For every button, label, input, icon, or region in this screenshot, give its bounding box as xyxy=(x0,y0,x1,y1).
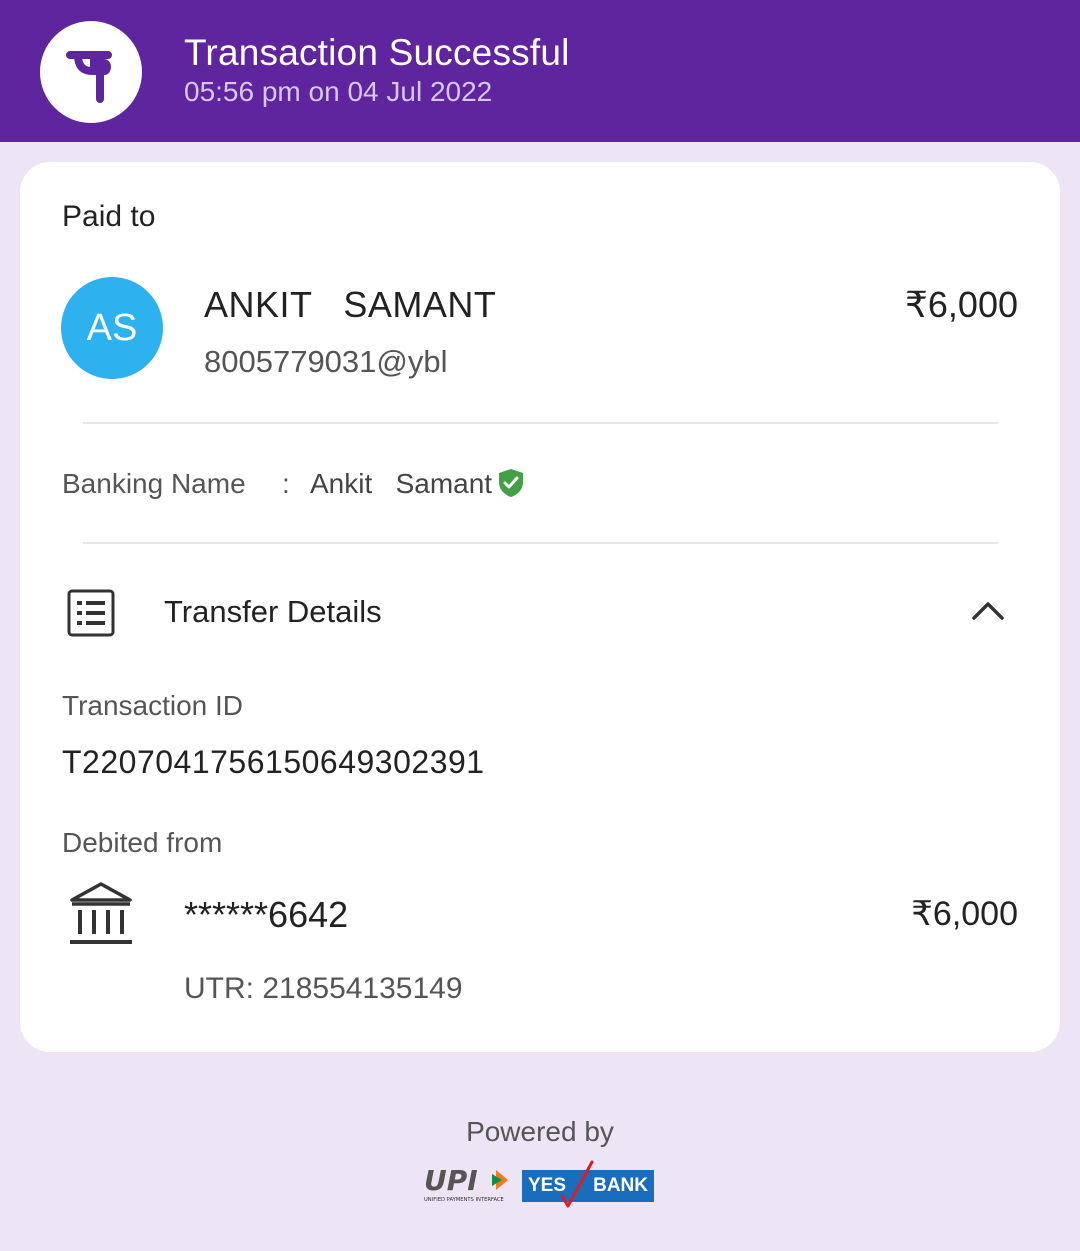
paid-to-label: Paid to xyxy=(62,200,156,233)
debit-account-number: ******6642 xyxy=(184,894,349,935)
yes-bank-logo-right: BANK xyxy=(593,1175,648,1196)
header-bar: Transaction Successful 05:56 pm on 04 Ju… xyxy=(0,0,1080,142)
payee-name: ANKIT SAMANT xyxy=(204,284,497,325)
phonepe-logo-icon xyxy=(40,21,142,123)
avatar: AS xyxy=(61,277,163,379)
debit-amount: ₹6,000 xyxy=(911,895,1018,933)
banking-name-value: Ankit Samant xyxy=(310,468,493,499)
paid-amount: ₹6,000 xyxy=(905,284,1018,325)
upi-logo-text: UPI xyxy=(424,1164,478,1197)
transaction-timestamp: 05:56 pm on 04 Jul 2022 xyxy=(184,76,493,107)
banking-name-separator: : xyxy=(282,468,290,499)
powered-by-label: Powered by xyxy=(466,1116,614,1147)
divider xyxy=(83,542,998,544)
transaction-id-value[interactable]: T2207041756150649302391 xyxy=(62,744,485,781)
transaction-status-title: Transaction Successful xyxy=(184,32,570,73)
bank-icon xyxy=(68,880,134,948)
transaction-card: Paid to AS ANKIT SAMANT 8005779031@ybl ₹… xyxy=(20,162,1060,1052)
debited-from-label: Debited from xyxy=(62,827,223,858)
yes-bank-check-icon xyxy=(560,1160,594,1208)
upi-logo: UPI UNIFIED PAYMENTS INTERFACE xyxy=(422,1164,516,1204)
divider xyxy=(83,422,998,424)
shield-check-icon xyxy=(498,468,524,498)
receipt-list-icon xyxy=(66,588,116,638)
transaction-id-label: Transaction ID xyxy=(62,690,244,721)
banking-name-label: Banking Name xyxy=(62,468,246,499)
chevron-up-icon[interactable] xyxy=(968,596,1008,626)
upi-tagline: UNIFIED PAYMENTS INTERFACE xyxy=(424,1197,504,1203)
utr-number[interactable]: UTR: 218554135149 xyxy=(184,972,463,1006)
transfer-details-title[interactable]: Transfer Details xyxy=(164,594,382,630)
payee-upi-id: 8005779031@ybl xyxy=(204,344,448,379)
